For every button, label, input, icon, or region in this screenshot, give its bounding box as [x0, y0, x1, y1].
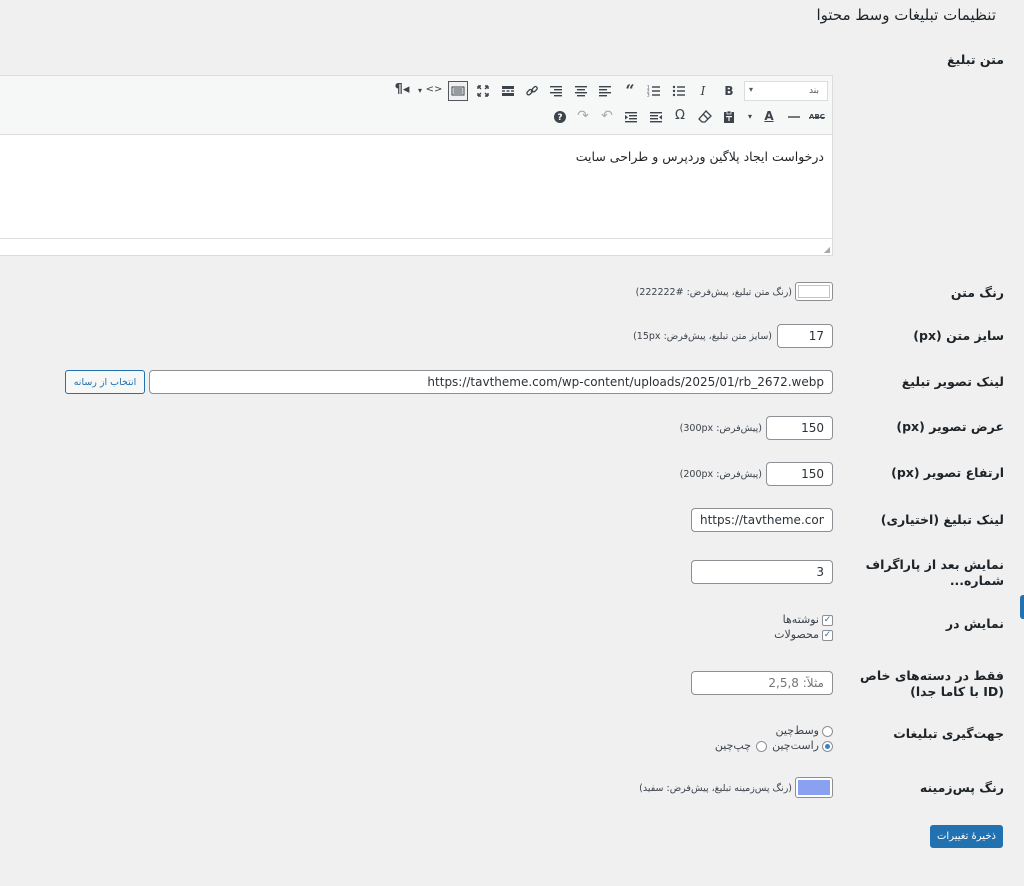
- svg-text:?: ?: [557, 113, 562, 123]
- image-link-input[interactable]: [149, 370, 833, 394]
- editor-content[interactable]: درخواست ایجاد پلاگین وردپرس و طراحی سایت: [0, 136, 832, 244]
- ad-text-editor: بند ▾ B I 123 “ <> ▾ ¶◂ ABC A ▾ Ω ↶ ↷ ? …: [0, 75, 833, 256]
- bg-color-description: (رنگ پس‌زمینه تبلیغ، پیش‌فرض: سفید): [639, 783, 792, 794]
- ad-link-input[interactable]: [691, 508, 833, 532]
- special-character-icon[interactable]: Ω: [671, 107, 689, 125]
- after-paragraph-label: نمایش بعد از پاراگراف شماره...: [865, 557, 1004, 588]
- bullet-list-icon[interactable]: [670, 82, 688, 100]
- image-height-description: (پیش‌فرض: 200px): [679, 469, 762, 480]
- svg-text:3: 3: [647, 93, 650, 98]
- checkbox-products-label: محصولات: [774, 628, 819, 641]
- outdent-icon[interactable]: [647, 108, 665, 126]
- display-in-label: نمایش در: [945, 616, 1004, 631]
- text-color-label: رنگ متن: [950, 285, 1004, 300]
- checkbox-products[interactable]: ✓: [822, 630, 833, 641]
- alignment-label: جهت‌گیری تبلیغات: [893, 726, 1004, 741]
- radio-left[interactable]: [756, 741, 767, 752]
- redo-icon[interactable]: ↷: [574, 107, 592, 125]
- bg-color-picker[interactable]: [795, 777, 833, 798]
- image-width-input[interactable]: [766, 416, 833, 440]
- bold-icon[interactable]: B: [720, 82, 738, 100]
- link-icon[interactable]: [523, 82, 541, 100]
- fullscreen-icon[interactable]: [474, 82, 492, 100]
- checkbox-posts-label: نوشته‌ها: [782, 613, 819, 626]
- chevron-down-icon: ▾: [749, 85, 754, 94]
- read-more-icon[interactable]: [499, 82, 517, 100]
- chevron-down-icon[interactable]: ▾: [411, 82, 429, 100]
- image-width-description: (پیش‌فرض: 300px): [679, 423, 762, 434]
- categories-label: فقط در دسته‌های خاص (ID با کاما جدا): [860, 668, 1004, 699]
- resize-handle-icon[interactable]: ◢: [824, 245, 830, 254]
- align-right-icon[interactable]: [547, 82, 565, 100]
- clear-formatting-icon[interactable]: [696, 108, 714, 126]
- format-select[interactable]: بند ▾: [744, 81, 828, 101]
- after-paragraph-input[interactable]: [691, 560, 833, 584]
- paragraph-direction-icon[interactable]: ¶◂: [391, 81, 413, 99]
- chevron-down-icon[interactable]: ▾: [744, 108, 756, 126]
- bg-color-label: رنگ پس‌زمینه: [919, 780, 1004, 795]
- image-height-label: ارتفاع تصویر (px): [891, 465, 1004, 480]
- choose-media-button[interactable]: انتخاب از رسانه: [65, 370, 145, 394]
- radio-center[interactable]: [822, 726, 833, 737]
- radio-left-label: چپ‌چین: [714, 739, 751, 752]
- page-title: تنظیمات تبلیغات وسط محتوا: [816, 6, 996, 24]
- text-color-description: (رنگ متن تبلیغ، پیش‌فرض: #222222): [635, 287, 792, 298]
- numbered-list-icon[interactable]: 123: [645, 82, 663, 100]
- blockquote-icon[interactable]: “: [621, 82, 639, 100]
- image-width-label: عرض تصویر (px): [896, 419, 1004, 434]
- ad-link-label: لینک تبلیغ (اختیاری): [880, 512, 1004, 527]
- font-size-input[interactable]: [777, 324, 833, 348]
- image-height-input[interactable]: [766, 462, 833, 486]
- radio-right-label: راست‌چین: [772, 739, 819, 752]
- text-color-icon[interactable]: A: [760, 107, 778, 125]
- align-left-icon[interactable]: [596, 82, 614, 100]
- radio-center-label: وسط‌چین: [775, 724, 819, 737]
- editor-statusbar: ◢: [0, 238, 832, 255]
- text-color-picker[interactable]: [795, 282, 833, 301]
- ad-text-label: متن تبلیغ: [947, 52, 1004, 67]
- ad-text-content: درخواست ایجاد پلاگین وردپرس و طراحی سایت: [575, 149, 824, 164]
- indent-icon[interactable]: [622, 108, 640, 126]
- radio-right[interactable]: [822, 741, 833, 752]
- text-color-swatch: [798, 285, 830, 298]
- strikethrough-icon[interactable]: ABC: [808, 108, 826, 126]
- font-size-label: سایز متن (px): [913, 328, 1004, 343]
- font-size-description: (سایز متن تبلیغ، پیش‌فرض: 15px): [633, 331, 772, 342]
- align-center-icon[interactable]: [572, 82, 590, 100]
- paste-as-text-icon[interactable]: [720, 108, 738, 126]
- help-icon[interactable]: ?: [551, 108, 569, 126]
- bg-color-swatch: [798, 780, 830, 795]
- save-button[interactable]: ذخیرهٔ تغییرات: [930, 825, 1003, 848]
- toolbar-toggle-icon[interactable]: [448, 81, 468, 101]
- admin-menu-indicator: [1020, 595, 1024, 619]
- format-select-value: بند: [809, 86, 819, 96]
- checkbox-posts[interactable]: ✓: [822, 615, 833, 626]
- horizontal-line-icon[interactable]: [785, 108, 803, 126]
- categories-input[interactable]: [691, 671, 833, 695]
- italic-icon[interactable]: I: [694, 82, 712, 100]
- editor-toolbar: بند ▾ B I 123 “ <> ▾ ¶◂ ABC A ▾ Ω ↶ ↷ ?: [0, 76, 832, 135]
- image-link-label: لینک تصویر تبلیغ: [901, 374, 1004, 389]
- undo-icon[interactable]: ↶: [598, 107, 616, 125]
